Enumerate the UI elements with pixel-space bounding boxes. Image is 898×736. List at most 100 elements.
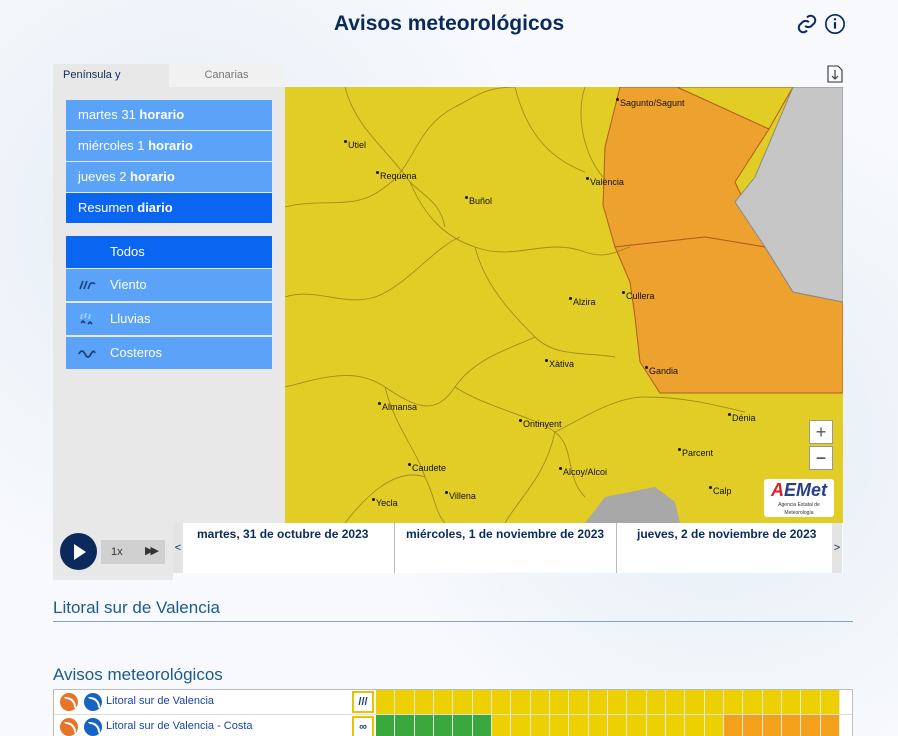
hour-cell[interactable]	[743, 715, 763, 736]
hourly-cells	[376, 690, 840, 714]
warnings-title: Avisos meteorológicos	[53, 665, 223, 684]
hour-cell[interactable]	[704, 715, 724, 736]
city-ontinyent: Ontinyent	[519, 419, 562, 429]
hour-cell[interactable]	[801, 690, 821, 714]
hour-cell[interactable]	[762, 690, 782, 714]
hour-cell[interactable]	[723, 690, 744, 714]
hour-cell[interactable]	[472, 715, 492, 736]
hour-cell[interactable]	[376, 715, 396, 736]
hour-cell[interactable]	[820, 690, 840, 714]
hour-cell[interactable]	[607, 715, 628, 736]
hour-cell[interactable]	[704, 690, 724, 714]
timeline-separator	[394, 523, 395, 573]
feed-icon[interactable]	[84, 693, 102, 711]
day-button-jueves[interactable]: jueves 2 horario	[66, 162, 272, 192]
day-button-resumen[interactable]: Resumen diario	[66, 193, 272, 223]
filter-costeros[interactable]: Costeros	[66, 337, 272, 369]
hour-cell[interactable]	[472, 690, 492, 714]
hour-cell[interactable]	[414, 690, 434, 714]
filter-label: Viento	[110, 277, 147, 292]
hour-cell[interactable]	[530, 690, 550, 714]
filter-lluvias[interactable]: Lluvias	[66, 303, 272, 335]
hour-cell[interactable]	[453, 690, 473, 714]
warnings-map[interactable]: Sagunto/Sagunt Utiel Requena València Bu…	[285, 87, 843, 523]
link-icon[interactable]	[796, 13, 818, 35]
day-button-miercoles[interactable]: miércoles 1 horario	[66, 131, 272, 161]
hour-cell[interactable]	[665, 690, 686, 714]
day-label: Resumen	[78, 200, 138, 215]
hour-cell[interactable]	[395, 690, 415, 714]
hour-cell[interactable]	[395, 715, 415, 736]
hour-cell[interactable]	[627, 690, 647, 714]
hour-cell[interactable]	[549, 690, 570, 714]
filter-viento[interactable]: Viento	[66, 269, 272, 301]
hour-cell[interactable]	[627, 715, 647, 736]
timeline-day-3[interactable]: jueves, 2 de noviembre de 2023	[637, 527, 816, 541]
day-label-mode: horario	[139, 107, 185, 122]
hour-cell[interactable]	[685, 690, 705, 714]
day-label-mode: horario	[148, 138, 193, 153]
hour-cell[interactable]	[743, 690, 763, 714]
hour-cell[interactable]	[549, 715, 570, 736]
hour-cell[interactable]	[820, 715, 840, 736]
hour-cell[interactable]	[762, 715, 782, 736]
city-yecla: Yecla	[372, 498, 398, 508]
hour-cell[interactable]	[433, 715, 454, 736]
city-alcoy: Alcoy/Alcoi	[558, 467, 608, 477]
hour-cell[interactable]	[569, 715, 589, 736]
hour-cell[interactable]	[685, 715, 705, 736]
filter-todos[interactable]: Todos	[66, 236, 272, 268]
hour-cell[interactable]	[569, 690, 589, 714]
hour-cell[interactable]	[781, 690, 802, 714]
hour-cell[interactable]	[376, 690, 396, 714]
hour-cell[interactable]	[433, 690, 454, 714]
zoom-in-button[interactable]: +	[809, 420, 833, 444]
hour-cell[interactable]	[588, 715, 608, 736]
hour-cell[interactable]	[723, 715, 744, 736]
speed-label: 1x	[111, 546, 123, 558]
download-icon[interactable]	[827, 65, 843, 83]
hour-cell[interactable]	[491, 715, 512, 736]
hour-cell[interactable]	[511, 715, 531, 736]
info-icon[interactable]	[824, 13, 846, 35]
zoom-out-button[interactable]: −	[809, 446, 833, 470]
play-button[interactable]	[60, 533, 97, 570]
rss-icon[interactable]	[60, 718, 78, 736]
feed-icon[interactable]	[84, 718, 102, 736]
hour-cell[interactable]	[801, 715, 821, 736]
timeline-day-2[interactable]: miércoles, 1 de noviembre de 2023	[406, 527, 604, 541]
timeline-next-button[interactable]: >	[832, 523, 842, 573]
aemet-logo[interactable]: AEMet Agencia Estatal de Meteorología	[764, 479, 834, 517]
city-requena: Requena	[376, 171, 417, 181]
zone-link[interactable]: Litoral sur de Valencia - Costa	[106, 720, 253, 732]
hour-cell[interactable]	[588, 690, 608, 714]
hour-cell[interactable]	[607, 690, 628, 714]
hour-cell[interactable]	[665, 715, 686, 736]
hour-cell[interactable]	[414, 715, 434, 736]
filter-label: Todos	[110, 244, 145, 259]
day-button-martes[interactable]: martes 31 horario	[66, 100, 272, 130]
wind-icon: ///	[352, 691, 374, 713]
zone-link[interactable]: Litoral sur de Valencia	[106, 695, 214, 707]
rain-icon	[80, 312, 93, 325]
hour-cell[interactable]	[646, 690, 666, 714]
map-base	[285, 87, 843, 523]
rss-icon[interactable]	[60, 693, 78, 711]
city-cullera: Cullera	[622, 291, 655, 301]
city-valencia: València	[586, 177, 624, 187]
timeline-day-1[interactable]: martes, 31 de octubre de 2023	[197, 527, 368, 541]
speed-button[interactable]: 1x ▶▶	[101, 540, 165, 564]
tab-peninsula[interactable]: Península y Baleares	[53, 64, 169, 104]
tab-canarias[interactable]: Canarias	[169, 64, 284, 87]
timeline-prev-button[interactable]: <	[173, 523, 183, 573]
day-label: miércoles 1	[78, 138, 149, 153]
hour-cell[interactable]	[511, 690, 531, 714]
hour-cell[interactable]	[646, 715, 666, 736]
hour-cell[interactable]	[453, 715, 473, 736]
hour-cell[interactable]	[530, 715, 550, 736]
table-row: Litoral sur de Valencia ///	[54, 690, 852, 714]
hour-cell[interactable]	[491, 690, 512, 714]
logo-subtitle: Agencia Estatal de Meteorología	[778, 502, 820, 516]
hour-cell[interactable]	[781, 715, 802, 736]
timeline: < martes, 31 de octubre de 2023 miércole…	[173, 523, 843, 573]
